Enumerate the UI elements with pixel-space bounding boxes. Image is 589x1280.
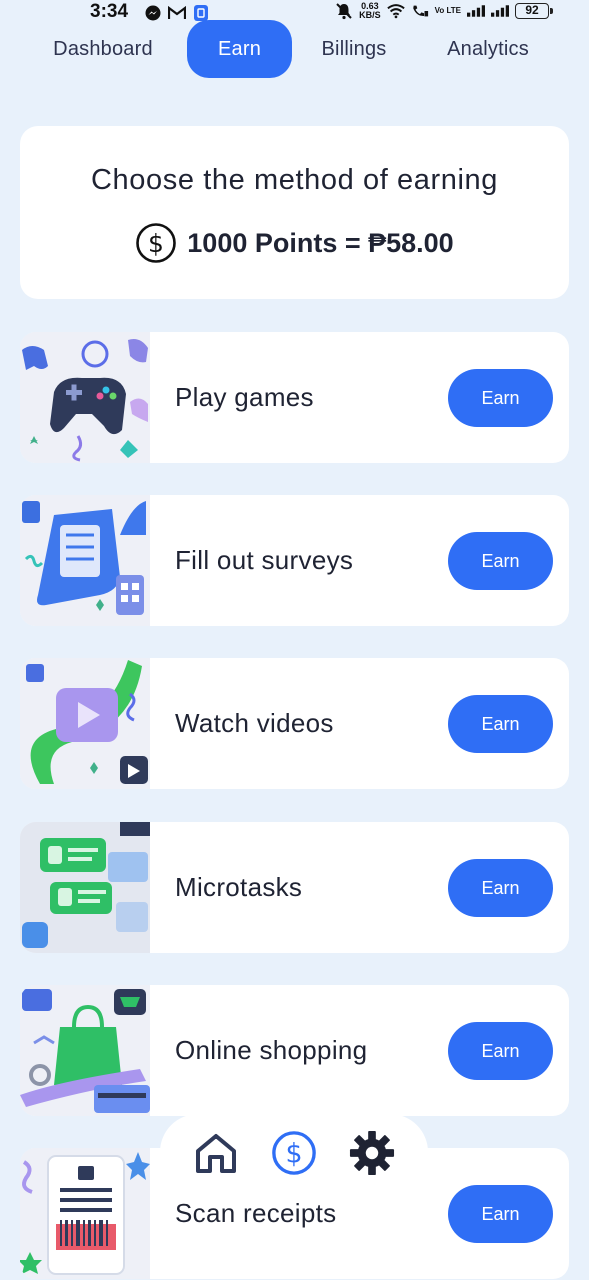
dollar-coin-icon: $ <box>135 222 177 264</box>
bottom-nav: $ <box>160 1114 428 1192</box>
earn-button-microtasks[interactable]: Earn <box>448 859 553 917</box>
tasks-icon <box>20 822 150 953</box>
tab-dashboard[interactable]: Dashboard <box>36 20 170 78</box>
earn-button-receipts[interactable]: Earn <box>448 1185 553 1243</box>
earning-header-card: Choose the method of earning $ 1000 Poin… <box>20 126 569 299</box>
video-icon <box>20 658 150 789</box>
method-label: Fill out surveys <box>175 545 354 575</box>
survey-icon <box>20 495 150 626</box>
tab-earn[interactable]: Earn <box>187 20 292 78</box>
earn-button-play-games[interactable]: Earn <box>448 369 553 427</box>
method-card-microtasks: Microtasks Earn <box>20 822 569 953</box>
wifi-calling-icon <box>411 2 429 20</box>
signal-icon-1 <box>467 2 485 20</box>
points-rate-text: 1000 Points = ₱58.00 <box>187 227 454 258</box>
points-rate: $ 1000 Points = ₱58.00 <box>20 222 569 264</box>
page-title: Choose the method of earning <box>91 164 498 196</box>
method-label: Microtasks <box>175 872 303 902</box>
tab-analytics[interactable]: Analytics <box>430 20 546 78</box>
network-speed: 0.63 KB/S <box>359 2 381 20</box>
svg-text:$: $ <box>285 1139 302 1170</box>
earn-button-surveys[interactable]: Earn <box>448 532 553 590</box>
method-label: Online shopping <box>175 1035 368 1065</box>
method-label: Watch videos <box>175 708 334 738</box>
earn-button-shopping[interactable]: Earn <box>448 1022 553 1080</box>
battery-indicator: 92 <box>515 3 553 19</box>
method-label: Play games <box>175 382 314 412</box>
shopping-icon <box>20 985 150 1116</box>
home-icon[interactable] <box>193 1130 239 1176</box>
svg-text:$: $ <box>148 229 164 258</box>
tab-billings[interactable]: Billings <box>306 20 402 78</box>
receipt-icon <box>20 1148 150 1279</box>
status-right: 0.63 KB/S Vo LTE 92 <box>335 2 553 20</box>
earn-button-videos[interactable]: Earn <box>448 695 553 753</box>
mute-icon <box>335 2 353 20</box>
dollar-coin-icon[interactable]: $ <box>271 1130 317 1176</box>
gear-icon[interactable] <box>349 1130 395 1176</box>
top-tabs: Dashboard Earn Billings Analytics <box>0 20 589 78</box>
method-card-shopping: Online shopping Earn <box>20 985 569 1116</box>
volte-indicator: Vo LTE <box>434 6 461 15</box>
method-card-videos: Watch videos Earn <box>20 658 569 789</box>
method-card-surveys: Fill out surveys Earn <box>20 495 569 626</box>
method-card-play-games: Play games Earn <box>20 332 569 463</box>
gamepad-icon <box>20 332 150 463</box>
signal-icon-2 <box>491 2 509 20</box>
wifi-icon <box>386 2 405 20</box>
speed-unit: KB/S <box>359 10 381 20</box>
